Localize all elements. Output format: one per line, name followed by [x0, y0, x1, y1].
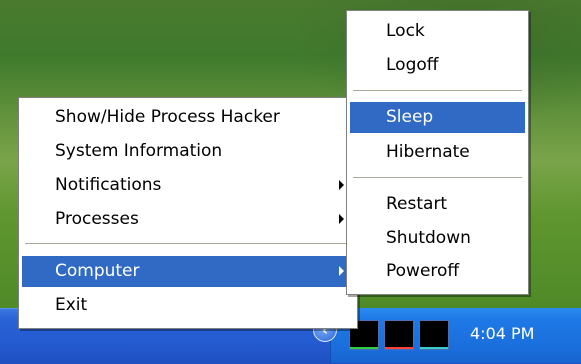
tray-context-menu: Show/Hide Process Hacker System Informat…: [18, 97, 358, 329]
menu-item-shutdown[interactable]: Shutdown: [350, 223, 525, 254]
submenu-arrow-icon: [339, 266, 344, 276]
menu-item-lock[interactable]: Lock: [350, 16, 525, 47]
menu-item-notifications[interactable]: Notifications: [22, 170, 354, 201]
menu-item-sleep[interactable]: Sleep: [350, 102, 525, 133]
menu-item-hibernate[interactable]: Hibernate: [350, 137, 525, 168]
menu-item-restart[interactable]: Restart: [350, 189, 525, 220]
menu-item-label: Poweroff: [386, 261, 460, 281]
menu-item-label: Sleep: [386, 107, 434, 127]
menu-item-poweroff[interactable]: Poweroff: [350, 256, 525, 287]
menu-separator: [353, 177, 522, 178]
menu-item-label: Notifications: [55, 175, 162, 195]
menu-separator: [25, 243, 351, 244]
menu-item-logoff[interactable]: Logoff: [350, 50, 525, 81]
menu-item-label: Show/Hide Process Hacker: [55, 107, 280, 127]
menu-item-label: Shutdown: [386, 228, 471, 248]
menu-item-computer[interactable]: Computer: [22, 256, 354, 287]
menu-item-label: Exit: [55, 295, 88, 315]
menu-item-label: Lock: [386, 21, 425, 41]
taskbar-clock[interactable]: 4:04 PM: [470, 324, 534, 343]
memory-graph-icon[interactable]: [419, 320, 449, 350]
menu-item-show-hide[interactable]: Show/Hide Process Hacker: [22, 102, 354, 133]
menu-item-label: Processes: [55, 209, 139, 229]
menu-item-label: Computer: [55, 261, 140, 281]
menu-item-label: Hibernate: [386, 142, 470, 162]
submenu-arrow-icon: [339, 214, 344, 224]
computer-submenu: Lock Logoff Sleep Hibernate Restart Shut…: [346, 10, 529, 295]
menu-item-processes[interactable]: Processes: [22, 204, 354, 235]
menu-separator: [353, 90, 522, 91]
menu-item-label: System Information: [55, 141, 223, 161]
menu-item-system-information[interactable]: System Information: [22, 136, 354, 167]
menu-item-label: Logoff: [386, 55, 439, 75]
menu-item-exit[interactable]: Exit: [22, 290, 354, 321]
submenu-arrow-icon: [339, 180, 344, 190]
menu-item-label: Restart: [386, 194, 448, 214]
io-graph-icon[interactable]: [384, 320, 414, 350]
